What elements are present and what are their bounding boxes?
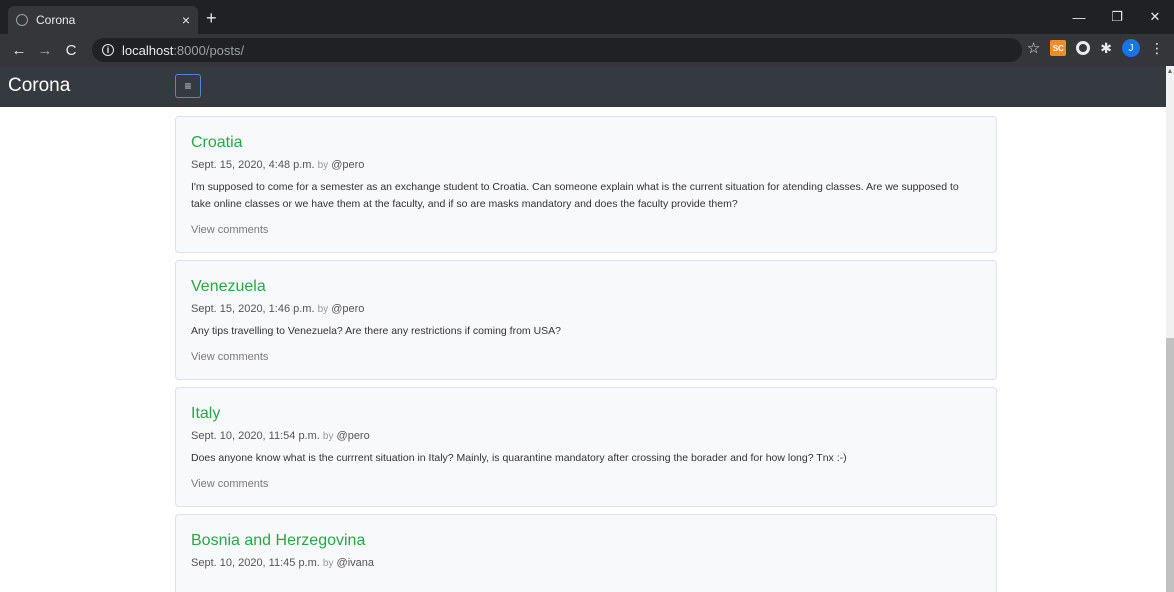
post-author: @pero (331, 159, 365, 171)
info-icon[interactable]: i (102, 44, 114, 56)
post-title-link[interactable]: Italy (191, 388, 981, 423)
post-author: @pero (331, 303, 365, 315)
url-path: :8000/posts/ (173, 42, 245, 58)
back-button[interactable]: ← (8, 42, 30, 59)
tab-title: Corona (36, 13, 76, 27)
post-title-link[interactable]: Croatia (191, 117, 981, 152)
view-comments-link[interactable] (191, 581, 981, 592)
post-card: Bosnia and Herzegovina Sept. 10, 2020, 1… (175, 514, 997, 592)
browser-tab[interactable]: Corona × (8, 6, 198, 34)
post-date: Sept. 10, 2020, 11:54 p.m. (191, 430, 320, 442)
post-author: @pero (336, 430, 370, 442)
sc-extension-icon[interactable]: SC (1050, 40, 1067, 56)
view-comments-link[interactable]: View comments (191, 223, 981, 252)
profile-avatar[interactable]: J (1122, 39, 1140, 57)
close-window-button[interactable]: ✕ (1136, 0, 1174, 34)
post-date: Sept. 15, 2020, 1:46 p.m. (191, 303, 315, 315)
url-host: localhost (122, 42, 174, 58)
post-card: Croatia Sept. 15, 2020, 4:48 p.m. by @pe… (175, 116, 997, 253)
address-bar[interactable]: i localhost:8000/posts/ (92, 38, 1022, 62)
post-list: Croatia Sept. 15, 2020, 4:48 p.m. by @pe… (175, 116, 997, 592)
post-card: Venezuela Sept. 15, 2020, 1:46 p.m. by @… (175, 260, 997, 380)
hamburger-menu-icon[interactable]: ≡ (175, 74, 201, 98)
view-comments-link[interactable]: View comments (191, 477, 981, 506)
post-date: Sept. 15, 2020, 4:48 p.m. (191, 159, 315, 171)
post-meta: Sept. 10, 2020, 11:45 p.m. by @ivana (191, 556, 981, 571)
post-meta: Sept. 15, 2020, 4:48 p.m. by @pero (191, 158, 981, 173)
post-meta: Sept. 15, 2020, 1:46 p.m. by @pero (191, 302, 981, 317)
forward-button[interactable]: → (34, 42, 56, 59)
globe-icon (16, 14, 28, 26)
post-title-link[interactable]: Bosnia and Herzegovina (191, 515, 981, 550)
brand-link[interactable]: Corona (8, 75, 70, 97)
puzzle-icon[interactable]: ✱ (1100, 40, 1112, 57)
post-by-label: by (322, 558, 334, 569)
browser-toolbar: ← → C i localhost:8000/posts/ ☆ SC ✱ J ⋮ (0, 34, 1174, 66)
window-controls: — ❐ ✕ (1060, 0, 1174, 34)
reload-button[interactable]: C (60, 42, 82, 59)
post-by-label: by (317, 160, 329, 171)
post-card: Italy Sept. 10, 2020, 11:54 p.m. by @per… (175, 387, 997, 507)
post-body: Any tips travelling to Venezuela? Are th… (191, 325, 562, 337)
minimize-button[interactable]: — (1060, 0, 1098, 34)
post-body: I'm supposed to come for a semester as a… (191, 181, 959, 210)
post-author: @ivana (336, 557, 374, 569)
scrollbar[interactable]: ▲ (1166, 66, 1174, 592)
restore-button[interactable]: ❐ (1098, 0, 1136, 34)
post-by-label: by (322, 431, 334, 442)
post-date: Sept. 10, 2020, 11:45 p.m. (191, 557, 320, 569)
bookmark-star-icon[interactable]: ☆ (1027, 39, 1040, 57)
post-title-link[interactable]: Venezuela (191, 261, 981, 296)
kebab-menu-icon[interactable]: ⋮ (1150, 40, 1164, 57)
view-comments-link[interactable]: View comments (191, 350, 981, 379)
new-tab-button[interactable]: + (206, 8, 217, 28)
circle-extension-icon[interactable] (1076, 41, 1091, 55)
app-navbar: Corona ≡ (0, 66, 1166, 107)
tab-close-icon[interactable]: × (182, 12, 190, 28)
post-by-label: by (317, 304, 329, 315)
extensions-area: ☆ SC ✱ J ⋮ (1027, 39, 1164, 57)
scroll-up-icon[interactable]: ▲ (1166, 68, 1174, 75)
browser-tab-strip: Corona × + — ❐ ✕ (0, 0, 1174, 34)
main-content: Croatia Sept. 15, 2020, 4:48 p.m. by @pe… (0, 107, 1166, 592)
scrollbar-thumb[interactable] (1166, 338, 1174, 592)
post-meta: Sept. 10, 2020, 11:54 p.m. by @pero (191, 429, 981, 444)
post-body: Does anyone know what is the currrent si… (191, 452, 847, 464)
